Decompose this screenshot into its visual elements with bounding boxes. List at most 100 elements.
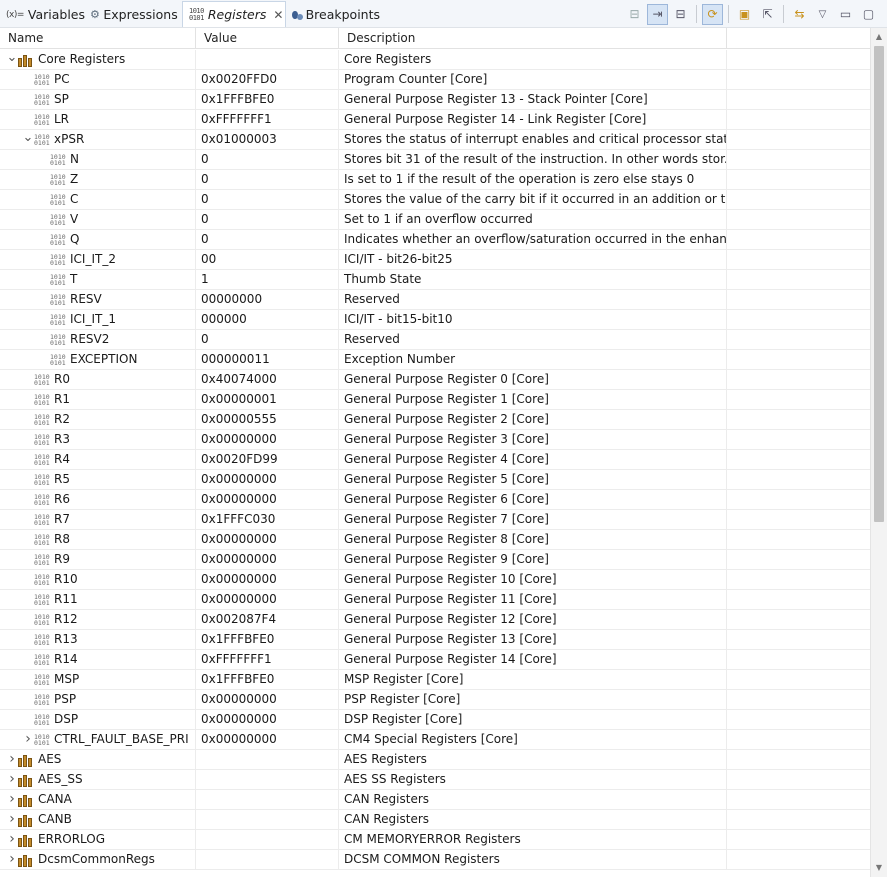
close-icon[interactable]: ✕ [273,8,283,22]
new-group-icon[interactable]: ▣ [734,4,755,25]
scroll-down-icon[interactable]: ▼ [871,861,887,875]
register-value[interactable]: 000000 [196,310,339,329]
register-value[interactable]: 0x00000000 [196,690,339,709]
table-row[interactable]: ⌄ 1010 0101 xPSR 0x01000003 Stores the status… [0,130,870,150]
table-row[interactable]: 1010 0101 R10 0x00000000 General Purpose Reg… [0,570,870,590]
table-row[interactable]: › DcsmCommonRegs DCSM COMMON Registers [0,850,870,870]
vertical-scrollbar[interactable]: ▲ ▼ [870,28,887,877]
register-value[interactable]: 0 [196,190,339,209]
table-row[interactable]: 1010 0101 RESV 00000000 Reserved [0,290,870,310]
table-row[interactable]: 1010 0101 R7 0x1FFFC030 General Purpose Regi… [0,510,870,530]
register-value[interactable]: 0x00000001 [196,390,339,409]
register-value[interactable]: 000000011 [196,350,339,369]
column-header-description[interactable]: Description [339,28,727,49]
register-value[interactable]: 00000000 [196,290,339,309]
scrollbar-thumb[interactable] [874,46,884,522]
register-value[interactable]: 0x40074000 [196,370,339,389]
table-row[interactable]: 1010 0101 Z 0 Is set to 1 if the result of t… [0,170,870,190]
table-row[interactable]: 1010 0101 T 1 Thumb State [0,270,870,290]
export-icon[interactable]: ⇱ [757,4,778,25]
register-value[interactable]: 0x00000000 [196,530,339,549]
maximize-view-icon[interactable]: ▢ [858,4,879,25]
table-row[interactable]: 1010 0101 ICI_IT_2 00 ICI/IT - bit26-bit25 [0,250,870,270]
register-value[interactable] [196,50,339,69]
register-value[interactable]: 0 [196,330,339,349]
table-row[interactable]: 1010 0101 RESV2 0 Reserved [0,330,870,350]
table-row[interactable]: 1010 0101 R0 0x40074000 General Purpose Regi… [0,370,870,390]
tab-registers[interactable]: 1010 0101 Registers ✕ [182,1,286,27]
table-row[interactable]: 1010 0101 R2 0x00000555 General Purpose Regi… [0,410,870,430]
sync-icon[interactable]: ⇆ [789,4,810,25]
view-menu-icon[interactable]: ▽ [812,4,833,25]
table-row[interactable]: 1010 0101 V 0 Set to 1 if an overflow occurr… [0,210,870,230]
register-value[interactable]: 0x00000000 [196,730,339,749]
table-row[interactable]: 1010 0101 DSP 0x00000000 DSP Register [Core] [0,710,870,730]
register-value[interactable]: 0xFFFFFFF1 [196,110,339,129]
register-value[interactable]: 0 [196,170,339,189]
register-value[interactable]: 0x00000000 [196,470,339,489]
table-row[interactable]: › AES_SS AES SS Registers [0,770,870,790]
register-value[interactable]: 0xFFFFFFF1 [196,650,339,669]
register-value[interactable]: 0x00000000 [196,570,339,589]
register-value[interactable]: 0x1FFFBFE0 [196,90,339,109]
table-row[interactable]: 1010 0101 Q 0 Indicates whether an overflow/… [0,230,870,250]
tab-expressions[interactable]: ⚙ Expressions [84,2,182,27]
collapsed-chevron-icon[interactable]: › [6,790,18,809]
register-value[interactable]: 0 [196,150,339,169]
collapsed-chevron-icon[interactable]: › [6,810,18,829]
register-value[interactable] [196,770,339,789]
table-row[interactable]: › AES AES Registers [0,750,870,770]
table-row[interactable]: 1010 0101 R3 0x00000000 General Purpose Regi… [0,430,870,450]
collapsed-chevron-icon[interactable]: › [6,830,18,849]
register-value[interactable]: 0x002087F4 [196,610,339,629]
register-value[interactable]: 0x1FFFBFE0 [196,630,339,649]
table-row[interactable]: ⌄ Core Registers Core Registers [0,50,870,70]
tab-variables[interactable]: (x)= Variables [0,2,85,27]
register-value[interactable]: 0x00000000 [196,710,339,729]
table-row[interactable]: 1010 0101 R5 0x00000000 General Purpose Regi… [0,470,870,490]
register-value[interactable]: 0x1FFFBFE0 [196,670,339,689]
tab-breakpoints[interactable]: Breakpoints [286,2,386,27]
table-row[interactable]: 1010 0101 N 0 Stores bit 31 of the result of… [0,150,870,170]
register-value[interactable] [196,830,339,849]
table-row[interactable]: › CANB CAN Registers [0,810,870,830]
table-row[interactable]: › 1010 0101 CTRL_FAULT_BASE_PRI 0x00000000 CM… [0,730,870,750]
table-row[interactable]: 1010 0101 R14 0xFFFFFFF1 General Purpose Reg… [0,650,870,670]
register-value[interactable] [196,750,339,769]
table-row[interactable]: 1010 0101 MSP 0x1FFFBFE0 MSP Register [Core] [0,670,870,690]
show-type-icon[interactable]: ⊟ [624,4,645,25]
table-row[interactable]: › ERRORLOG CM MEMORYERROR Registers [0,830,870,850]
table-row[interactable]: 1010 0101 R1 0x00000001 General Purpose Regi… [0,390,870,410]
register-value[interactable] [196,850,339,869]
table-row[interactable]: 1010 0101 R4 0x0020FD99 General Purpose Regi… [0,450,870,470]
collapsed-chevron-icon[interactable]: › [6,850,18,869]
table-row[interactable]: 1010 0101 R12 0x002087F4 General Purpose Reg… [0,610,870,630]
table-row[interactable]: 1010 0101 R8 0x00000000 General Purpose Regi… [0,530,870,550]
register-value[interactable]: 0x00000000 [196,590,339,609]
minimize-view-icon[interactable]: ▭ [835,4,856,25]
register-value[interactable]: 0x00000000 [196,550,339,569]
collapse-source-icon[interactable]: ⇥ [647,3,668,25]
register-value[interactable]: 0x01000003 [196,130,339,149]
table-row[interactable]: 1010 0101 SP 0x1FFFBFE0 General Purpose Regi… [0,90,870,110]
register-value[interactable]: 0x00000000 [196,430,339,449]
register-value[interactable]: 0x00000555 [196,410,339,429]
table-row[interactable]: › CANA CAN Registers [0,790,870,810]
register-value[interactable]: 0x1FFFC030 [196,510,339,529]
table-row[interactable]: 1010 0101 C 0 Stores the value of the carry … [0,190,870,210]
column-header-value[interactable]: Value [196,28,339,49]
table-row[interactable]: 1010 0101 EXCEPTION 000000011 Exception Numb… [0,350,870,370]
register-value[interactable]: 1 [196,270,339,289]
table-row[interactable]: 1010 0101 R13 0x1FFFBFE0 General Purpose Reg… [0,630,870,650]
expanded-chevron-icon[interactable]: ⌄ [6,51,18,66]
register-value[interactable]: 0 [196,230,339,249]
minimize-icon[interactable]: ⊟ [670,4,691,25]
table-row[interactable]: 1010 0101 R9 0x00000000 General Purpose Regi… [0,550,870,570]
expanded-chevron-icon[interactable]: ⌄ [22,131,34,146]
table-row[interactable]: 1010 0101 R6 0x00000000 General Purpose Regi… [0,490,870,510]
table-row[interactable]: 1010 0101 R11 0x00000000 General Purpose Reg… [0,590,870,610]
register-value[interactable]: 0x0020FFD0 [196,70,339,89]
table-row[interactable]: 1010 0101 ICI_IT_1 000000 ICI/IT - bit15-bit… [0,310,870,330]
register-value[interactable] [196,790,339,809]
table-row[interactable]: 1010 0101 PSP 0x00000000 PSP Register [Core] [0,690,870,710]
